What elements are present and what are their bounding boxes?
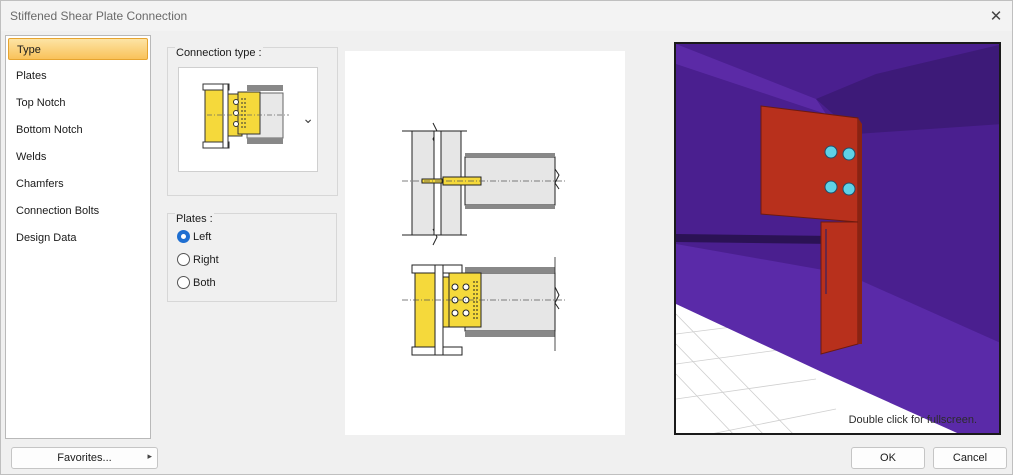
connection-type-label: Connection type : — [175, 47, 263, 59]
plates-radio-right[interactable]: Right — [177, 253, 219, 266]
ok-button[interactable]: OK — [851, 447, 925, 469]
3d-preview[interactable]: Double click for fullscreen. — [674, 42, 1001, 435]
plates-group: Plates : Left Right Both — [167, 213, 337, 302]
3d-render — [676, 44, 999, 433]
connection-type-dropdown[interactable]: ⌄ — [178, 67, 318, 172]
radio-right-label: Right — [193, 253, 219, 266]
sidebar-item-type[interactable]: Type — [8, 38, 148, 60]
connection-diagram — [345, 51, 625, 435]
close-icon[interactable]: ✕ — [980, 1, 1012, 31]
chevron-down-icon[interactable]: ⌄ — [302, 110, 314, 127]
plates-radio-left[interactable]: Left — [177, 230, 211, 243]
radio-left-indicator[interactable] — [177, 230, 190, 243]
sidebar-item-bottom-notch[interactable]: Bottom Notch — [8, 119, 148, 141]
fullscreen-hint: Double click for fullscreen. — [848, 414, 977, 426]
radio-left-label: Left — [193, 230, 212, 243]
plates-label: Plates : — [175, 213, 214, 225]
sidebar-item-connection-bolts[interactable]: Connection Bolts — [8, 200, 148, 222]
title-bar: Stiffened Shear Plate Connection ✕ — [1, 1, 1012, 31]
connection-drawing — [402, 122, 565, 356]
connection-type-thumbnail — [202, 83, 289, 149]
connection-type-group: Connection type : ⌄ — [167, 47, 338, 196]
radio-both-label: Both — [193, 276, 216, 289]
sidebar: Type Plates Top Notch Bottom Notch Welds… — [5, 35, 151, 439]
radio-both-indicator[interactable] — [177, 276, 190, 289]
cancel-button[interactable]: Cancel — [933, 447, 1007, 469]
sidebar-item-design-data[interactable]: Design Data — [8, 227, 148, 249]
favorites-label: Favorites... — [57, 452, 112, 464]
dialog-window: Stiffened Shear Plate Connection ✕ Type … — [0, 0, 1013, 475]
sidebar-item-plates[interactable]: Plates — [8, 65, 148, 87]
radio-right-indicator[interactable] — [177, 253, 190, 266]
sidebar-item-welds[interactable]: Welds — [8, 146, 148, 168]
sidebar-item-chamfers[interactable]: Chamfers — [8, 173, 148, 195]
window-title: Stiffened Shear Plate Connection — [10, 9, 188, 23]
plates-radio-both[interactable]: Both — [177, 276, 216, 289]
sidebar-item-top-notch[interactable]: Top Notch — [8, 92, 148, 114]
favorites-button[interactable]: Favorites... ▸ — [11, 447, 158, 469]
chevron-right-icon: ▸ — [147, 451, 152, 461]
